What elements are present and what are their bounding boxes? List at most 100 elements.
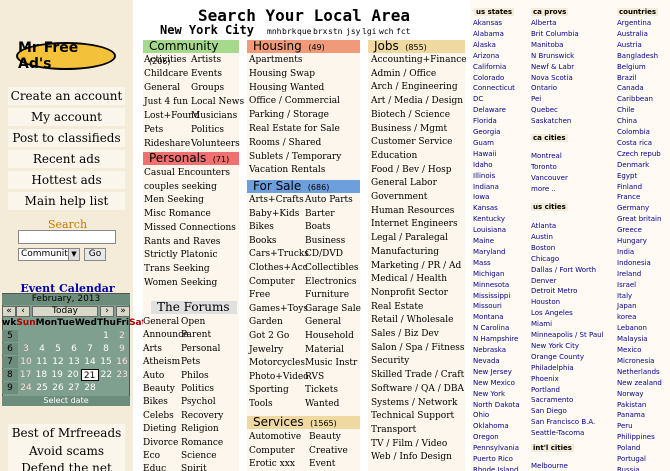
listing-link[interactable]: Educ: [143, 464, 166, 471]
listing-link[interactable]: RVS: [305, 372, 324, 382]
calendar-day[interactable]: 4: [34, 343, 50, 355]
listing-link[interactable]: Celebs: [143, 411, 174, 421]
listing-link[interactable]: Casual Encounters: [144, 168, 230, 178]
city-link[interactable]: Vancouver: [531, 174, 568, 182]
listing-link[interactable]: Barter: [305, 209, 335, 219]
city-link[interactable]: Atlanta: [531, 222, 556, 230]
city-area-link[interactable]: wch: [379, 27, 393, 36]
province-link[interactable]: Ontario: [531, 84, 557, 92]
state-link[interactable]: New Mexico: [473, 379, 515, 387]
sidebar-link[interactable]: My account: [8, 108, 125, 126]
listing-link[interactable]: Sublets / Temporary: [249, 152, 341, 162]
state-link[interactable]: DC: [473, 95, 483, 103]
calendar-day[interactable]: 27: [66, 382, 82, 394]
country-link[interactable]: Colombia: [617, 128, 650, 136]
listing-link[interactable]: Housing Wanted: [249, 83, 324, 93]
state-link[interactable]: Maine: [473, 237, 494, 245]
country-link[interactable]: Mexico: [617, 346, 641, 354]
listing-link[interactable]: Creative: [309, 446, 348, 456]
calendar-nav-button[interactable]: »: [116, 306, 130, 317]
listing-link[interactable]: Baby+Kids: [249, 209, 299, 219]
calendar-day[interactable]: 18: [34, 369, 50, 381]
listing-link[interactable]: Government: [371, 192, 427, 202]
country-link[interactable]: Greece: [617, 226, 642, 234]
city-link[interactable]: Dallas / Fort Worth: [531, 266, 596, 274]
country-link[interactable]: Germany: [617, 204, 649, 212]
state-link[interactable]: Alabama: [473, 30, 504, 38]
country-link[interactable]: Poland: [617, 444, 640, 452]
listing-link[interactable]: Events: [191, 69, 222, 79]
listing-link[interactable]: Philos: [181, 371, 209, 381]
search-input[interactable]: [18, 230, 116, 244]
state-link[interactable]: Montana: [473, 313, 504, 321]
listing-link[interactable]: Marketing / PR / Ad: [371, 261, 461, 271]
state-link[interactable]: Illinois: [473, 172, 495, 180]
listing-link[interactable]: Arts+Crafts: [249, 195, 304, 205]
listing-link[interactable]: Arts: [143, 344, 162, 354]
listing-link[interactable]: Just 4 fun: [144, 97, 188, 107]
calendar-day[interactable]: 21: [80, 369, 99, 381]
listing-link[interactable]: Parking / Storage: [249, 110, 329, 120]
listing-link[interactable]: Pets: [144, 125, 163, 135]
city-link[interactable]: Philadelphia: [531, 364, 574, 372]
country-link[interactable]: Finland: [617, 183, 642, 191]
section-header-community[interactable]: Community (206): [143, 40, 239, 66]
calendar-day[interactable]: 10: [18, 356, 34, 368]
listing-link[interactable]: Spirit: [181, 464, 207, 471]
country-link[interactable]: Ireland: [617, 270, 641, 278]
state-link[interactable]: New York: [473, 390, 505, 398]
listing-link[interactable]: Beauty: [143, 384, 175, 394]
listing-link[interactable]: Games+Toys: [249, 304, 308, 314]
listing-link[interactable]: Admin / Office: [371, 69, 436, 79]
listing-link[interactable]: Accounting+Finance: [371, 55, 467, 65]
listing-link[interactable]: Dieting: [143, 424, 176, 434]
listing-link[interactable]: Got 2 Go: [249, 331, 289, 341]
listing-link[interactable]: Office / Commercial: [249, 96, 340, 106]
city-area-link[interactable]: jsy: [346, 27, 360, 36]
state-link[interactable]: Nevada: [473, 357, 500, 365]
country-link[interactable]: Canada: [617, 84, 644, 92]
listing-link[interactable]: Free: [249, 290, 270, 300]
calendar-day[interactable]: 24: [18, 382, 34, 394]
calendar-day[interactable]: 26: [50, 382, 66, 394]
state-link[interactable]: Indiana: [473, 183, 499, 191]
listing-link[interactable]: Bikes: [249, 222, 274, 232]
state-link[interactable]: Pennsylvania: [473, 444, 519, 452]
country-link[interactable]: Great britain: [617, 215, 661, 223]
site-logo[interactable]: Mr Free Ad's: [16, 40, 116, 72]
calendar-day[interactable]: 12: [50, 356, 66, 368]
province-link[interactable]: Manitoba: [531, 41, 563, 49]
country-link[interactable]: Costa rica: [617, 139, 652, 147]
city-area-link[interactable]: lgi: [362, 27, 376, 36]
state-link[interactable]: New Jersey: [473, 368, 512, 376]
country-link[interactable]: Italy: [617, 292, 632, 300]
state-link[interactable]: Kansas: [473, 204, 498, 212]
listing-link[interactable]: Retail / Wholesale: [371, 315, 453, 325]
country-link[interactable]: Russia: [617, 466, 640, 471]
state-link[interactable]: N Hampshire: [473, 335, 518, 343]
country-link[interactable]: Japan: [617, 302, 637, 310]
section-header-jobs[interactable]: Jobs (855): [368, 40, 465, 53]
province-link[interactable]: Pei: [531, 95, 541, 103]
province-link[interactable]: Brit Columbia: [531, 30, 579, 38]
city-link[interactable]: Houston: [531, 298, 560, 306]
city-link[interactable]: San Diego: [531, 407, 567, 415]
listing-link[interactable]: Nonprofit Sector: [371, 288, 448, 298]
city-link[interactable]: Melbourne: [531, 462, 568, 470]
listing-link[interactable]: Sporting: [249, 385, 289, 395]
listing-link[interactable]: Real Estate for Sale: [249, 124, 340, 134]
listing-link[interactable]: TV / Film / Video: [371, 439, 447, 449]
country-link[interactable]: Argentina: [617, 19, 651, 27]
sidebar-link[interactable]: Defend the net: [8, 459, 125, 471]
listing-link[interactable]: Beauty: [309, 432, 341, 442]
city-area-link[interactable]: que: [297, 27, 311, 36]
state-link[interactable]: California: [473, 63, 506, 71]
sidebar-link[interactable]: Main help list: [8, 192, 125, 210]
state-link[interactable]: Rhode Island: [473, 466, 518, 471]
state-link[interactable]: Hawaii: [473, 150, 496, 158]
listing-link[interactable]: General: [144, 83, 180, 93]
country-link[interactable]: Egypt: [617, 172, 637, 180]
listing-link[interactable]: Food / Bev / Hosp: [371, 165, 452, 175]
city-link[interactable]: Chicago: [531, 255, 559, 263]
listing-link[interactable]: Pets: [181, 357, 200, 367]
